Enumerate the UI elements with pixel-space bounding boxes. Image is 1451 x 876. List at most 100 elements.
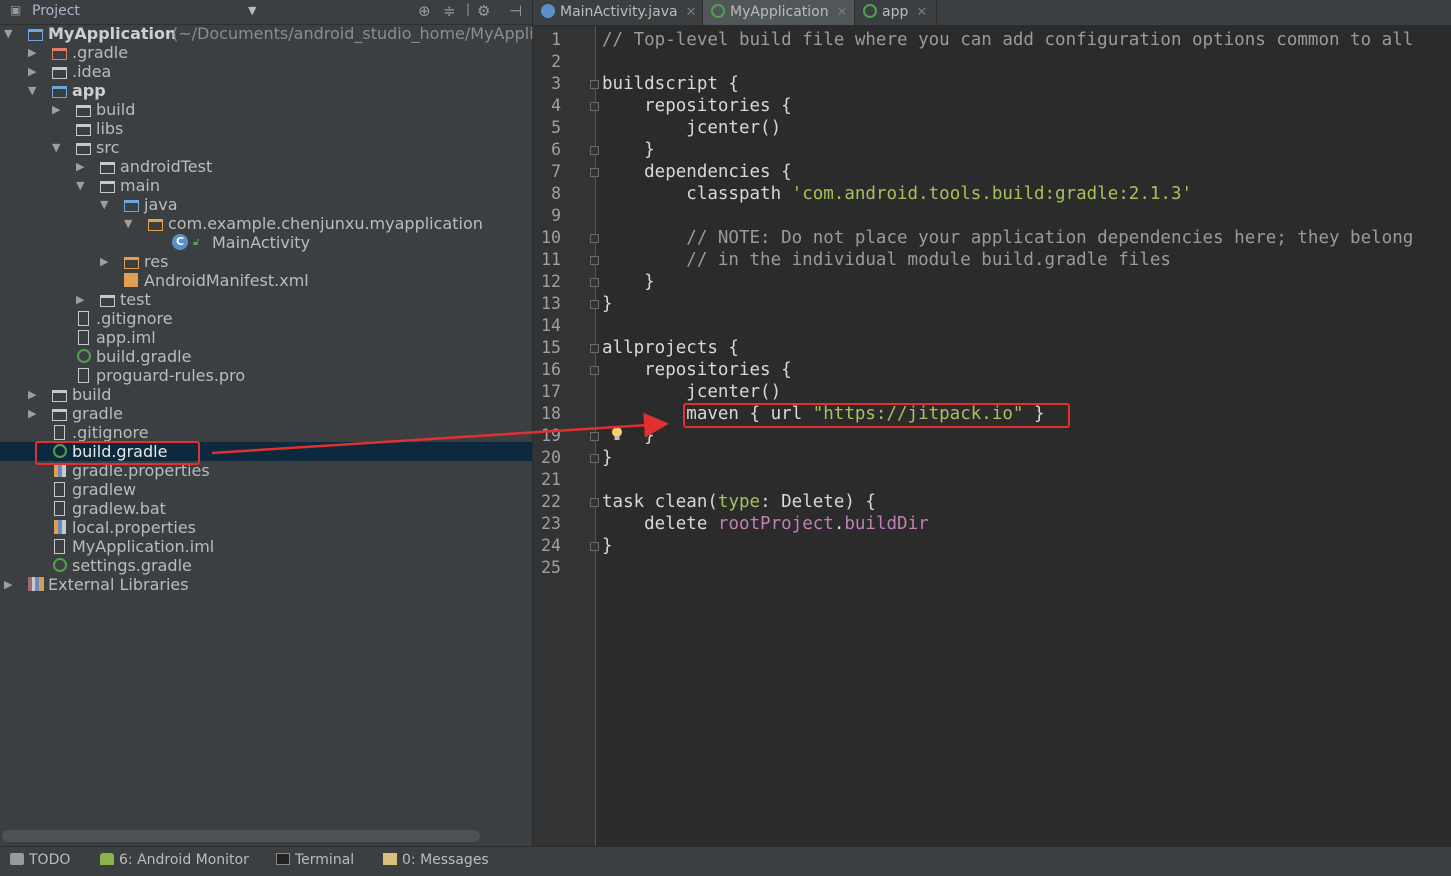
fold-marker-icon[interactable]: [590, 344, 599, 353]
tree-label: app.iml: [96, 328, 156, 347]
expanded-arrow-icon[interactable]: ▼: [76, 176, 84, 195]
tree-item-libs[interactable]: libs: [0, 119, 532, 138]
line-number: 11: [541, 250, 561, 269]
code-line-6: }: [602, 140, 655, 160]
fold-marker-icon[interactable]: [590, 146, 599, 155]
close-icon[interactable]: ✕: [837, 5, 848, 20]
collapsed-arrow-icon[interactable]: ▶: [28, 43, 36, 62]
tree-item-src[interactable]: ▼ src: [0, 138, 532, 157]
code-property: rootProject: [717, 514, 834, 534]
project-panel: ▣ Project ▼ ⊕ ≑ | ⚙ ⊣ ▼ MyApplication (~…: [0, 0, 534, 846]
fold-marker-icon[interactable]: [590, 234, 599, 243]
settings-icon[interactable]: ⚙: [477, 2, 490, 20]
code-line-10: // NOTE: Do not place your application d…: [602, 228, 1414, 248]
tree-item-gradle[interactable]: ▶ gradle: [0, 404, 532, 423]
line-number: 4: [551, 96, 561, 115]
lightbulb-icon[interactable]: [611, 427, 623, 441]
tree-item-idea[interactable]: ▶ .idea: [0, 62, 532, 81]
code-line-16: repositories {: [602, 360, 792, 380]
chevron-down-icon[interactable]: ▼: [248, 4, 256, 17]
fold-marker-icon[interactable]: [590, 498, 599, 507]
tree-item-external-libraries[interactable]: ▶ External Libraries: [0, 575, 532, 594]
sync-icon[interactable]: ⊕: [418, 2, 431, 20]
expanded-arrow-icon[interactable]: ▼: [28, 81, 36, 100]
collapsed-arrow-icon[interactable]: ▶: [76, 290, 84, 309]
tree-item-package[interactable]: ▼ com.example.chenjunxu.myapplication: [0, 214, 532, 233]
tree-item-build[interactable]: ▶ build: [0, 385, 532, 404]
tree-item-myapplication[interactable]: ▼ MyApplication (~/Documents/android_stu…: [0, 24, 534, 43]
project-view-dropdown[interactable]: Project: [32, 3, 80, 19]
collapsed-arrow-icon[interactable]: ▶: [4, 575, 12, 594]
tree-item-manifest[interactable]: AndroidManifest.xml: [0, 271, 532, 290]
expanded-arrow-icon[interactable]: ▼: [124, 214, 132, 233]
expanded-arrow-icon[interactable]: ▼: [100, 195, 108, 214]
tree-item-app-iml[interactable]: app.iml: [0, 328, 532, 347]
fold-marker-icon[interactable]: [590, 366, 599, 375]
tree-item-gitignore[interactable]: .gitignore: [0, 423, 532, 442]
tree-item-gradle-dir[interactable]: ▶ .gradle: [0, 43, 532, 62]
line-number: 21: [541, 470, 561, 489]
tab-app[interactable]: app ✕: [855, 0, 937, 25]
tree-item-gradlew[interactable]: gradlew: [0, 480, 532, 499]
expanded-arrow-icon[interactable]: ▼: [52, 138, 60, 157]
messages-button[interactable]: 0: Messages: [383, 852, 489, 868]
tab-myapplication[interactable]: MyApplication ✕: [703, 0, 855, 25]
terminal-icon: [276, 853, 290, 865]
collapsed-arrow-icon[interactable]: ▶: [100, 252, 108, 271]
tree-item-app-gitignore[interactable]: .gitignore: [0, 309, 532, 328]
fold-marker-icon[interactable]: [590, 256, 599, 265]
android-monitor-button[interactable]: 6: Android Monitor: [100, 852, 249, 868]
highlight-box-code: [683, 403, 1070, 428]
line-number: 3: [551, 74, 561, 93]
collapsed-arrow-icon[interactable]: ▶: [52, 100, 60, 119]
project-view-icon[interactable]: ▣: [10, 3, 21, 17]
tree-item-gradlew-bat[interactable]: gradlew.bat: [0, 499, 532, 518]
tree-item-app-build-gradle[interactable]: build.gradle: [0, 347, 532, 366]
collapsed-arrow-icon[interactable]: ▶: [76, 157, 84, 176]
messages-icon: [383, 853, 397, 865]
fold-marker-icon[interactable]: [590, 300, 599, 309]
tool-window-bar: TODO 6: Android Monitor Terminal 0: Mess…: [0, 846, 1451, 876]
fold-marker-icon[interactable]: [590, 278, 599, 287]
line-number: 20: [541, 448, 561, 467]
line-number: 2: [551, 52, 561, 71]
tree-item-test[interactable]: ▶ test: [0, 290, 532, 309]
collapsed-arrow-icon[interactable]: ▶: [28, 62, 36, 81]
tab-mainactivity-java[interactable]: MainActivity.java ✕: [533, 0, 703, 25]
expanded-arrow-icon[interactable]: ▼: [4, 24, 12, 43]
terminal-button[interactable]: Terminal: [276, 852, 354, 868]
android-icon: [100, 853, 114, 865]
tree-item-settings-gradle[interactable]: settings.gradle: [0, 556, 532, 575]
tree-item-myapplication-iml[interactable]: MyApplication.iml: [0, 537, 532, 556]
fold-marker-icon[interactable]: [590, 80, 599, 89]
project-panel-header: ▣ Project ▼ ⊕ ≑ | ⚙ ⊣: [0, 0, 532, 25]
tree-item-app[interactable]: ▼ app: [0, 81, 532, 100]
code-line-4: repositories {: [602, 96, 792, 116]
module-folder-icon: [52, 86, 67, 98]
code-line-22: task clean(type: Delete) {: [602, 491, 876, 513]
tree-item-local-properties[interactable]: local.properties: [0, 518, 532, 537]
close-icon[interactable]: ✕: [686, 5, 697, 20]
tree-item-mainactivity[interactable]: C 🔓︎ MainActivity: [0, 233, 532, 252]
collapse-icon[interactable]: ≑: [443, 2, 456, 20]
tree-item-main[interactable]: ▼ main: [0, 176, 532, 195]
fold-marker-icon[interactable]: [590, 102, 599, 111]
horizontal-scrollbar[interactable]: [2, 830, 480, 842]
hide-icon[interactable]: ⊣: [509, 2, 522, 20]
line-number: 10: [541, 228, 561, 247]
fold-marker-icon[interactable]: [590, 454, 599, 463]
file-icon: [78, 311, 89, 326]
close-icon[interactable]: ✕: [916, 5, 927, 20]
tree-item-java[interactable]: ▼ java: [0, 195, 532, 214]
todo-button[interactable]: TODO: [10, 852, 70, 868]
fold-marker-icon[interactable]: [590, 542, 599, 551]
tree-item-app-build[interactable]: ▶ build: [0, 100, 532, 119]
folder-icon: [100, 181, 115, 193]
fold-marker-icon[interactable]: [590, 432, 599, 441]
fold-marker-icon[interactable]: [590, 168, 599, 177]
tree-item-androidtest[interactable]: ▶ androidTest: [0, 157, 532, 176]
tree-item-proguard[interactable]: proguard-rules.pro: [0, 366, 532, 385]
tree-item-res[interactable]: ▶ res: [0, 252, 532, 271]
collapsed-arrow-icon[interactable]: ▶: [28, 404, 36, 423]
collapsed-arrow-icon[interactable]: ▶: [28, 385, 36, 404]
